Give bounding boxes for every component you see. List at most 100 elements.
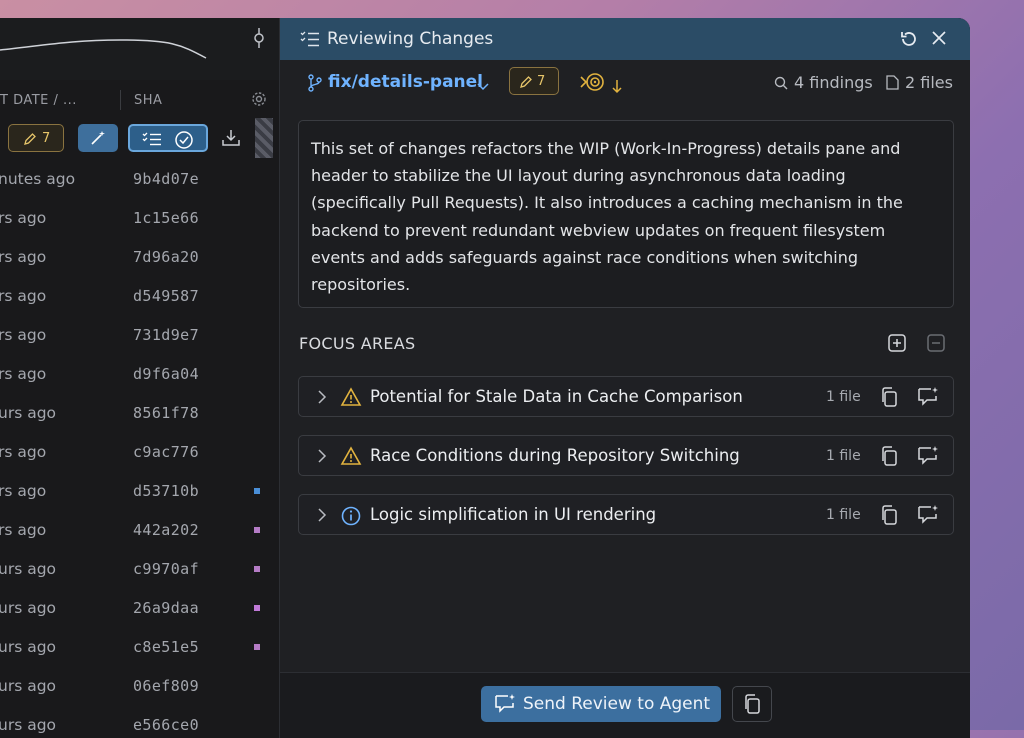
column-divider[interactable]	[120, 90, 121, 110]
file-icon	[886, 75, 899, 90]
commit-sha: 1c15e66	[133, 209, 200, 227]
commit-row[interactable]: rs ago 731d9e7	[0, 316, 279, 355]
commit-sha: c9970af	[133, 560, 200, 578]
focus-area-item[interactable]: Race Conditions during Repository Switch…	[298, 435, 954, 476]
files-count[interactable]: 2 files	[886, 73, 953, 92]
author-avatar	[255, 118, 273, 158]
commit-marker	[254, 488, 260, 494]
copy-review-button[interactable]	[732, 686, 772, 722]
send-to-agent-icon	[493, 693, 517, 720]
gear-icon[interactable]	[251, 91, 267, 111]
focus-area-label: Logic simplification in UI rendering	[370, 505, 657, 524]
commit-date: rs ago	[0, 209, 47, 227]
collapse-all-icon[interactable]	[926, 333, 946, 357]
app-window: T DATE / ... SHA 7 nutes ago 9b4d07e rs …	[0, 18, 970, 738]
checklist-icon	[142, 132, 161, 146]
chevron-right-icon[interactable]	[317, 448, 327, 467]
focus-areas-heading: FOCUS AREAS	[299, 334, 416, 353]
wip-pencil-button[interactable]: 7	[509, 67, 559, 95]
commit-list: nutes ago 9b4d07e rs ago 1c15e66 rs ago 7d96a…	[0, 160, 279, 738]
wip-count: 7	[537, 74, 546, 89]
commit-date: urs ago	[0, 560, 57, 578]
commit-marker	[254, 566, 260, 572]
commit-row[interactable]: rs ago 7d96a20	[0, 238, 279, 277]
expand-all-icon[interactable]	[887, 333, 907, 357]
copy-icon	[745, 694, 760, 714]
commit-row[interactable]: urs ago 06ef809	[0, 667, 279, 706]
commit-row[interactable]: rs ago d53710b	[0, 472, 279, 511]
file-count: 1 file	[826, 389, 861, 405]
commit-date: urs ago	[0, 404, 57, 422]
refresh-icon[interactable]	[899, 29, 919, 53]
commit-date: rs ago	[0, 443, 47, 461]
review-subbar: fix/details-panel 7 4 findings 2 files	[280, 60, 970, 104]
commit-marker	[254, 644, 260, 650]
pencil-icon	[24, 133, 36, 145]
send-to-agent-icon[interactable]	[916, 386, 940, 412]
info-icon	[340, 505, 362, 531]
commit-row[interactable]: rs ago c9ac776	[0, 433, 279, 472]
ai-wand-button[interactable]	[78, 124, 118, 152]
commit-sha: d9f6a04	[133, 365, 200, 383]
commit-row[interactable]: rs ago d9f6a04	[0, 355, 279, 394]
download-button[interactable]	[216, 124, 246, 152]
commit-date: urs ago	[0, 638, 57, 656]
activity-graph	[0, 18, 279, 80]
commit-row[interactable]: rs ago 442a202	[0, 511, 279, 550]
commit-row[interactable]: rs ago d549587	[0, 277, 279, 316]
chevron-right-icon[interactable]	[317, 389, 327, 408]
branch-selector[interactable]: fix/details-panel	[328, 72, 483, 92]
findings-count[interactable]: 4 findings	[774, 73, 873, 92]
download-icon	[222, 130, 240, 146]
commit-row[interactable]: urs ago c8e51e5	[0, 628, 279, 667]
graph-toolbar: 7	[0, 121, 279, 157]
review-panel: Reviewing Changes fix/details-panel 7 4 …	[280, 18, 970, 738]
commit-sha: 06ef809	[133, 677, 200, 695]
focus-area-item[interactable]: Logic simplification in UI rendering 1 f…	[298, 494, 954, 535]
chevron-right-icon[interactable]	[317, 507, 327, 526]
commit-row[interactable]: urs ago c9970af	[0, 550, 279, 589]
focus-area-label: Race Conditions during Repository Switch…	[370, 446, 740, 465]
copy-icon[interactable]	[880, 505, 898, 529]
commit-row[interactable]: urs ago 26a9daa	[0, 589, 279, 628]
wip-count: 7	[42, 131, 51, 146]
commit-marker	[254, 527, 260, 533]
sha-column-header[interactable]: SHA	[134, 93, 162, 108]
commit-row[interactable]: nutes ago 9b4d07e	[0, 160, 279, 199]
wip-pencil-button[interactable]: 7	[8, 124, 64, 152]
commit-sha: 442a202	[133, 521, 200, 539]
date-column-header[interactable]: T DATE / ...	[0, 93, 77, 108]
copy-icon[interactable]	[880, 387, 898, 411]
commit-graph-pane: T DATE / ... SHA 7 nutes ago 9b4d07e rs …	[0, 18, 279, 738]
magic-wand-icon	[91, 131, 105, 145]
file-count: 1 file	[826, 507, 861, 523]
warning-icon	[340, 446, 362, 470]
commit-node-icon	[254, 28, 264, 48]
review-summary: This set of changes refactors the WIP (W…	[298, 120, 954, 308]
commit-sha: 8561f78	[133, 404, 200, 422]
copy-icon[interactable]	[880, 446, 898, 470]
panel-title: Reviewing Changes	[327, 29, 494, 49]
focus-area-item[interactable]: Potential for Stale Data in Cache Compar…	[298, 376, 954, 417]
commit-date: rs ago	[0, 326, 47, 344]
commit-sha: 26a9daa	[133, 599, 200, 617]
review-changes-button[interactable]	[128, 124, 208, 152]
send-review-button[interactable]: Send Review to Agent	[481, 686, 721, 722]
commit-row[interactable]: urs ago 8561f78	[0, 394, 279, 433]
chevron-down-icon[interactable]	[477, 76, 489, 95]
commit-date: urs ago	[0, 599, 57, 617]
commit-row[interactable]: rs ago 1c15e66	[0, 199, 279, 238]
check-circle-icon	[175, 131, 193, 149]
commit-date: rs ago	[0, 248, 47, 266]
commit-row[interactable]: urs ago e566ce0	[0, 706, 279, 738]
commit-date: urs ago	[0, 677, 57, 695]
commit-sha: e566ce0	[133, 716, 200, 734]
commit-marker	[254, 605, 260, 611]
commit-date: nutes ago	[0, 170, 76, 188]
close-icon[interactable]	[931, 30, 947, 50]
commit-sha: 9b4d07e	[133, 170, 200, 188]
target-focus-icon[interactable]	[580, 72, 628, 100]
send-to-agent-icon[interactable]	[916, 445, 940, 471]
commit-date: rs ago	[0, 521, 47, 539]
send-to-agent-icon[interactable]	[916, 504, 940, 530]
